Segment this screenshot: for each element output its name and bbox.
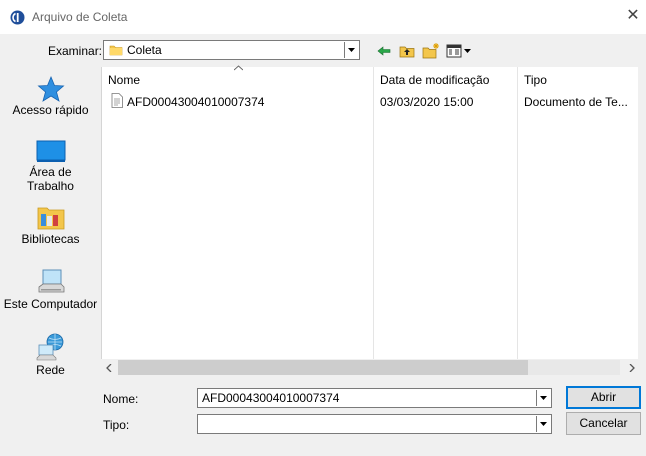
place-label: Este Computador bbox=[3, 297, 98, 311]
window-title: Arquivo de Coleta bbox=[32, 10, 128, 24]
close-icon[interactable]: ✕ bbox=[622, 5, 644, 27]
column-divider[interactable] bbox=[517, 67, 518, 359]
scroll-left-icon[interactable] bbox=[106, 364, 112, 372]
folder-icon bbox=[109, 45, 123, 56]
app-icon bbox=[10, 10, 25, 25]
up-folder-icon[interactable] bbox=[399, 42, 415, 60]
file-name: AFD00043004010007374 bbox=[127, 95, 265, 109]
star-icon bbox=[36, 75, 65, 102]
view-menu-icon[interactable] bbox=[446, 42, 472, 60]
new-folder-icon[interactable] bbox=[422, 42, 440, 60]
column-header-name[interactable]: Nome bbox=[108, 73, 140, 87]
column-divider[interactable] bbox=[373, 67, 374, 359]
place-quick-access[interactable]: Acesso rápido bbox=[3, 75, 98, 117]
place-this-pc[interactable]: Este Computador bbox=[3, 267, 98, 311]
vertical-scrollbar[interactable] bbox=[638, 67, 646, 359]
scroll-thumb[interactable] bbox=[118, 360, 528, 375]
filetype-select[interactable] bbox=[197, 414, 552, 434]
sort-ascending-icon bbox=[234, 65, 243, 71]
column-header-type[interactable]: Tipo bbox=[524, 73, 547, 87]
place-label: Acesso rápido bbox=[12, 103, 89, 117]
place-network[interactable]: Rede bbox=[3, 331, 98, 377]
file-type: Documento de Te... bbox=[524, 95, 628, 109]
place-label: Rede bbox=[36, 363, 65, 377]
horizontal-scrollbar[interactable] bbox=[101, 359, 642, 376]
chevron-down-icon[interactable] bbox=[536, 390, 550, 406]
column-header-modified[interactable]: Data de modificação bbox=[380, 73, 489, 87]
chevron-down-icon[interactable] bbox=[344, 42, 358, 58]
place-label-line2: Trabalho bbox=[27, 179, 74, 193]
back-icon[interactable] bbox=[377, 42, 391, 60]
cancel-button[interactable]: Cancelar bbox=[566, 412, 641, 435]
network-icon bbox=[36, 333, 63, 361]
chevron-down-icon[interactable] bbox=[536, 416, 550, 432]
file-list[interactable]: Nome Data de modificação Tipo AFD0004300… bbox=[101, 65, 639, 359]
libraries-icon bbox=[37, 207, 64, 230]
filename-value: AFD00043004010007374 bbox=[202, 391, 340, 405]
desktop-icon bbox=[36, 140, 65, 162]
lookin-combobox[interactable]: Coleta bbox=[103, 40, 360, 60]
place-libraries[interactable]: Bibliotecas bbox=[3, 204, 98, 246]
title-bar: Arquivo de Coleta ✕ bbox=[0, 0, 646, 34]
filetype-label: Tipo: bbox=[103, 418, 130, 432]
text-file-icon bbox=[111, 93, 123, 108]
file-modified: 03/03/2020 15:00 bbox=[380, 95, 474, 109]
filename-label: Nome: bbox=[103, 392, 139, 406]
filename-input[interactable]: AFD00043004010007374 bbox=[197, 388, 552, 408]
computer-icon bbox=[38, 269, 64, 293]
place-label-line1: Área de bbox=[29, 165, 72, 179]
lookin-label: Examinar: bbox=[48, 44, 103, 58]
open-button[interactable]: Abrir bbox=[566, 386, 641, 409]
lookin-value: Coleta bbox=[127, 43, 162, 57]
place-label: Bibliotecas bbox=[21, 232, 80, 246]
place-desktop[interactable]: Área de Trabalho bbox=[3, 139, 98, 193]
places-bar: Acesso rápido Área de Trabalho Bibliotec… bbox=[3, 67, 98, 383]
scroll-right-icon[interactable] bbox=[629, 364, 635, 372]
